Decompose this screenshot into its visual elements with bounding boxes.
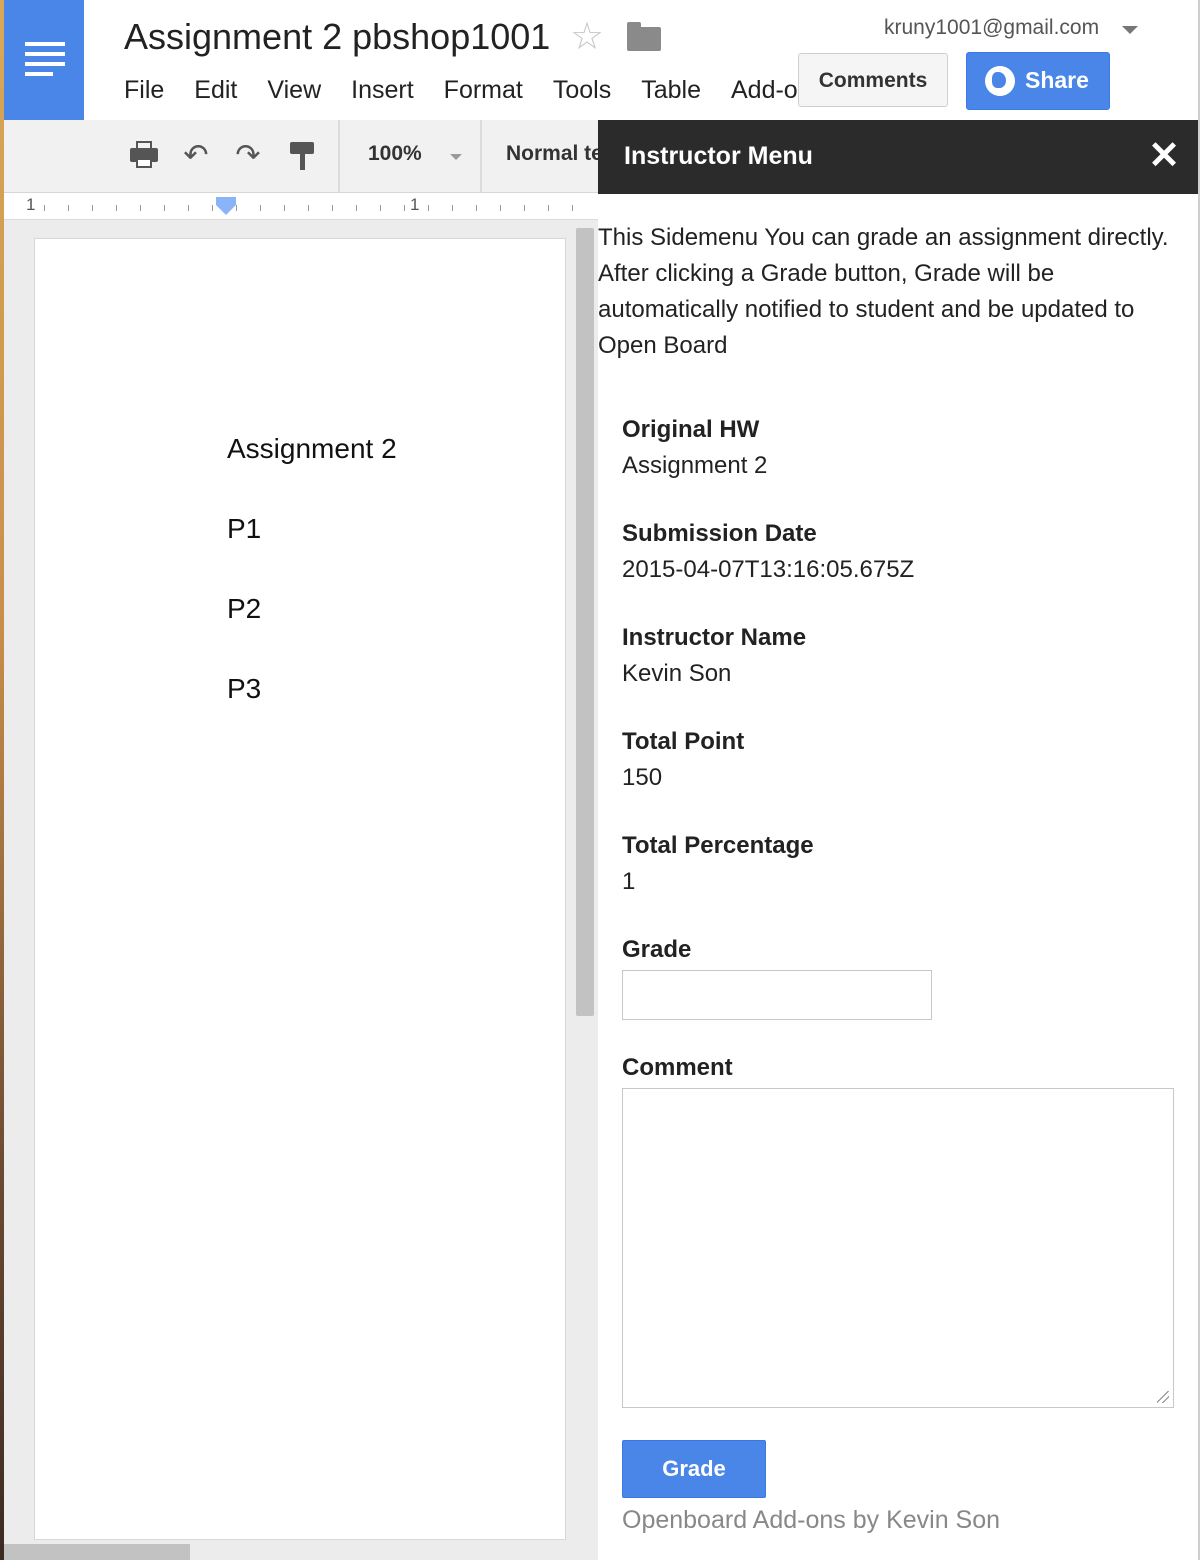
field-value: 150 [622, 764, 663, 791]
field-total-point: Total Point 150 [622, 726, 744, 798]
document-line[interactable]: P3 [227, 673, 261, 705]
addon-credit: Openboard Add-ons by Kevin Son [622, 1506, 1001, 1534]
field-label: Submission Date [622, 520, 817, 547]
menu-format[interactable]: Format [444, 72, 523, 108]
print-icon[interactable] [126, 138, 162, 174]
resize-handle-icon[interactable] [1157, 1391, 1169, 1403]
sidebar-description: This Sidemenu You can grade an assignmen… [598, 224, 1169, 359]
share-button[interactable]: Share [966, 52, 1110, 110]
field-value: 1 [622, 868, 636, 895]
paragraph-style-select[interactable]: Normal text [506, 142, 598, 166]
ruler-ticks [44, 205, 594, 211]
instructor-sidebar: Instructor Menu ✕ This Sidemenu You can … [598, 120, 1198, 1560]
menu-edit[interactable]: Edit [194, 72, 237, 108]
menu-bar: File Edit View Insert Format Tools Table Add-on… [124, 72, 804, 108]
menu-table[interactable]: Table [641, 72, 701, 108]
chevron-down-icon[interactable] [450, 154, 462, 160]
field-label: Instructor Name [622, 624, 807, 651]
comment-field: Comment [622, 1052, 733, 1084]
redo-icon[interactable]: ↷ [230, 138, 266, 174]
globe-icon [985, 66, 1015, 96]
field-value: Assignment 2 [622, 452, 768, 479]
document-title[interactable]: Assignment 2 pbshop1001 [124, 16, 550, 58]
sidebar-title: Instructor Menu [624, 142, 813, 170]
undo-icon[interactable]: ↶ [178, 138, 214, 174]
docs-home-icon[interactable] [4, 0, 84, 120]
document-line[interactable]: P2 [227, 593, 261, 625]
zoom-select[interactable]: 100% [368, 142, 422, 166]
field-value: 2015-04-07T13:16:05.675Z [622, 556, 915, 583]
header: Assignment 2 pbshop1001 ☆ File Edit View In… [4, 0, 1198, 120]
menu-file[interactable]: File [124, 72, 164, 108]
share-label: Share [1025, 67, 1089, 93]
menu-tools[interactable]: Tools [553, 72, 611, 108]
field-instructor-name: Instructor Name Kevin Son [622, 622, 806, 694]
toolbar-divider [338, 120, 340, 192]
toolbar: ↶ ↷ 100% Normal text [4, 120, 598, 193]
field-label: Total Percentage [622, 832, 814, 859]
chevron-down-icon[interactable] [1122, 26, 1138, 34]
close-icon[interactable]: ✕ [1146, 137, 1182, 175]
field-label: Original HW [622, 416, 760, 443]
document-page[interactable]: Assignment 2 P1 P2 P3 [34, 238, 566, 1540]
field-original-hw: Original HW Assignment 2 [622, 414, 767, 486]
sidebar-header: Instructor Menu ✕ [598, 120, 1198, 194]
vertical-scrollbar-thumb[interactable] [576, 228, 594, 1016]
menu-view[interactable]: View [267, 72, 321, 108]
comments-button[interactable]: Comments [798, 53, 948, 107]
horizontal-scrollbar-thumb[interactable] [4, 1544, 190, 1560]
comment-label: Comment [622, 1054, 733, 1081]
grade-label: Grade [622, 936, 692, 963]
grade-input[interactable] [622, 970, 932, 1020]
field-submission-date: Submission Date 2015-04-07T13:16:05.675Z [622, 518, 914, 590]
field-total-percentage: Total Percentage 1 [622, 830, 814, 902]
document-canvas: Assignment 2 P1 P2 P3 [4, 220, 598, 1560]
grade-field: Grade [622, 934, 691, 966]
toolbar-divider [480, 120, 482, 192]
star-icon[interactable]: ☆ [570, 18, 604, 56]
menu-add-ons[interactable]: Add-ons [731, 72, 804, 108]
ruler: 1 1 [4, 193, 598, 220]
ruler-number: 1 [410, 195, 420, 214]
folder-icon[interactable] [627, 22, 661, 51]
document-line[interactable]: P1 [227, 513, 261, 545]
ruler-number: 1 [26, 195, 36, 214]
document-line[interactable]: Assignment 2 [227, 433, 397, 465]
comment-textarea[interactable] [622, 1088, 1174, 1408]
paint-format-icon[interactable] [284, 138, 320, 174]
field-value: Kevin Son [622, 660, 732, 687]
grade-button[interactable]: Grade [622, 1440, 766, 1498]
indent-marker-icon[interactable] [216, 197, 236, 215]
menu-insert[interactable]: Insert [351, 72, 414, 108]
account-email[interactable]: kruny1001@gmail.com [884, 16, 1099, 40]
field-label: Total Point [622, 728, 745, 755]
